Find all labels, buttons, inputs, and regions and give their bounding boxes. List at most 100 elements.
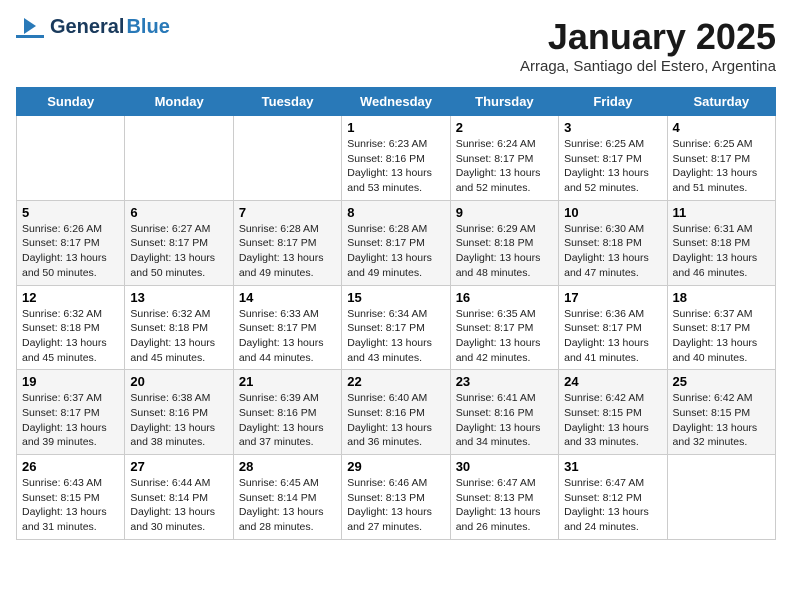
day-number: 13 [130,290,227,305]
day-detail: Sunrise: 6:42 AMSunset: 8:15 PMDaylight:… [564,391,661,450]
calendar-cell: 6 Sunrise: 6:27 AMSunset: 8:17 PMDaylight… [125,200,233,285]
calendar-cell: 7 Sunrise: 6:28 AMSunset: 8:17 PMDaylight… [233,200,341,285]
weekday-header-row: SundayMondayTuesdayWednesdayThursdayFrid… [17,88,776,116]
day-detail: Sunrise: 6:31 AMSunset: 8:18 PMDaylight:… [673,222,770,281]
logo-general-text: General [50,16,124,39]
day-detail: Sunrise: 6:30 AMSunset: 8:18 PMDaylight:… [564,222,661,281]
day-number: 20 [130,374,227,389]
day-number: 3 [564,120,661,135]
calendar-cell: 22 Sunrise: 6:40 AMSunset: 8:16 PMDayligh… [342,370,450,455]
day-detail: Sunrise: 6:25 AMSunset: 8:17 PMDaylight:… [564,137,661,196]
day-number: 29 [347,459,444,474]
day-number: 16 [456,290,553,305]
weekday-header-wednesday: Wednesday [342,88,450,116]
day-detail: Sunrise: 6:32 AMSunset: 8:18 PMDaylight:… [130,307,227,366]
calendar-cell: 27Sunrise: 6:44 AMSunset: 8:14 PMDayligh… [125,455,233,540]
calendar-cell [125,116,233,201]
day-detail: Sunrise: 6:35 AMSunset: 8:17 PMDaylight:… [456,307,553,366]
day-number: 9 [456,205,553,220]
day-detail: Sunrise: 6:29 AMSunset: 8:18 PMDaylight:… [456,222,553,281]
day-number: 5 [22,205,119,220]
day-detail: Sunrise: 6:40 AMSunset: 8:16 PMDaylight:… [347,391,444,450]
day-detail: Sunrise: 6:45 AMSunset: 8:14 PMDaylight:… [239,476,336,535]
calendar-cell: 16 Sunrise: 6:35 AMSunset: 8:17 PMDayligh… [450,285,558,370]
day-detail: Sunrise: 6:47 AMSunset: 8:12 PMDaylight:… [564,476,661,535]
logo-icon [16,18,44,38]
day-number: 4 [673,120,770,135]
calendar-cell [17,116,125,201]
logo-blue-text: Blue [126,16,169,39]
day-number: 25 [673,374,770,389]
day-detail: Sunrise: 6:28 AMSunset: 8:17 PMDaylight:… [239,222,336,281]
day-number: 15 [347,290,444,305]
day-detail: Sunrise: 6:33 AMSunset: 8:17 PMDaylight:… [239,307,336,366]
calendar-cell: 12Sunrise: 6:32 AMSunset: 8:18 PMDayligh… [17,285,125,370]
day-number: 10 [564,205,661,220]
day-number: 6 [130,205,227,220]
day-detail: Sunrise: 6:44 AMSunset: 8:14 PMDaylight:… [130,476,227,535]
weekday-header-saturday: Saturday [667,88,775,116]
day-detail: Sunrise: 6:47 AMSunset: 8:13 PMDaylight:… [456,476,553,535]
day-number: 11 [673,205,770,220]
day-number: 24 [564,374,661,389]
calendar-week-row: 12 Sunrise: 6:32 AMSunset: 8:18 PMDayligh… [17,285,776,370]
day-number: 1 [347,120,444,135]
logo: GeneralBlue [16,16,170,39]
calendar-cell: 1 Sunrise: 6:23 AMSunset: 8:16 PMDaylight… [342,116,450,201]
day-number: 18 [673,290,770,305]
calendar-cell [233,116,341,201]
day-detail: Sunrise: 6:37 AMSunset: 8:17 PMDaylight:… [673,307,770,366]
day-number: 23 [456,374,553,389]
day-detail: Sunrise: 6:23 AMSunset: 8:16 PMDaylight:… [347,137,444,196]
calendar-cell: 15 Sunrise: 6:34 AMSunset: 8:17 PMDayligh… [342,285,450,370]
calendar-cell: 31 Sunrise: 6:47 AMSunset: 8:12 PMDayligh… [559,455,667,540]
calendar-cell: 2 Sunrise: 6:24 AMSunset: 8:17 PMDaylight… [450,116,558,201]
weekday-header-sunday: Sunday [17,88,125,116]
day-detail: Sunrise: 6:28 AMSunset: 8:17 PMDaylight:… [347,222,444,281]
day-number: 7 [239,205,336,220]
weekday-header-friday: Friday [559,88,667,116]
day-number: 8 [347,205,444,220]
calendar-cell: 29Sunrise: 6:46 AMSunset: 8:13 PMDayligh… [342,455,450,540]
day-detail: Sunrise: 6:42 AMSunset: 8:15 PMDaylight:… [673,391,770,450]
page-title: January 2025 [520,16,776,58]
page-subtitle: Arraga, Santiago del Estero, Argentina [520,58,776,75]
day-detail: Sunrise: 6:26 AMSunset: 8:17 PMDaylight:… [22,222,119,281]
calendar-cell: 28 Sunrise: 6:45 AMSunset: 8:14 PMDayligh… [233,455,341,540]
day-detail: Sunrise: 6:25 AMSunset: 8:17 PMDaylight:… [673,137,770,196]
calendar-cell: 4 Sunrise: 6:25 AMSunset: 8:17 PMDaylight… [667,116,775,201]
calendar-cell: 11 Sunrise: 6:31 AMSunset: 8:18 PMDayligh… [667,200,775,285]
calendar-week-row: 1 Sunrise: 6:23 AMSunset: 8:16 PMDaylight… [17,116,776,201]
calendar-cell [667,455,775,540]
day-number: 21 [239,374,336,389]
calendar-cell: 5 Sunrise: 6:26 AMSunset: 8:17 PMDaylight… [17,200,125,285]
day-number: 2 [456,120,553,135]
calendar-cell: 25 Sunrise: 6:42 AMSunset: 8:15 PMDayligh… [667,370,775,455]
title-block: January 2025 Arraga, Santiago del Estero… [520,16,776,75]
calendar-cell: 23Sunrise: 6:41 AMSunset: 8:16 PMDayligh… [450,370,558,455]
day-detail: Sunrise: 6:34 AMSunset: 8:17 PMDaylight:… [347,307,444,366]
day-detail: Sunrise: 6:38 AMSunset: 8:16 PMDaylight:… [130,391,227,450]
calendar-cell: 21 Sunrise: 6:39 AMSunset: 8:16 PMDayligh… [233,370,341,455]
weekday-header-monday: Monday [125,88,233,116]
calendar-table: SundayMondayTuesdayWednesdayThursdayFrid… [16,87,776,540]
calendar-cell: 9 Sunrise: 6:29 AMSunset: 8:18 PMDaylight… [450,200,558,285]
calendar-cell: 24 Sunrise: 6:42 AMSunset: 8:15 PMDayligh… [559,370,667,455]
weekday-header-thursday: Thursday [450,88,558,116]
day-detail: Sunrise: 6:43 AMSunset: 8:15 PMDaylight:… [22,476,119,535]
day-detail: Sunrise: 6:27 AMSunset: 8:17 PMDaylight:… [130,222,227,281]
day-number: 12 [22,290,119,305]
day-number: 22 [347,374,444,389]
day-number: 17 [564,290,661,305]
day-number: 28 [239,459,336,474]
day-detail: Sunrise: 6:39 AMSunset: 8:16 PMDaylight:… [239,391,336,450]
calendar-cell: 18 Sunrise: 6:37 AMSunset: 8:17 PMDayligh… [667,285,775,370]
day-detail: Sunrise: 6:37 AMSunset: 8:17 PMDaylight:… [22,391,119,450]
calendar-cell: 10 Sunrise: 6:30 AMSunset: 8:18 PMDayligh… [559,200,667,285]
calendar-cell: 26 Sunrise: 6:43 AMSunset: 8:15 PMDayligh… [17,455,125,540]
day-number: 19 [22,374,119,389]
day-number: 26 [22,459,119,474]
calendar-cell: 3 Sunrise: 6:25 AMSunset: 8:17 PMDaylight… [559,116,667,201]
day-number: 31 [564,459,661,474]
day-detail: Sunrise: 6:24 AMSunset: 8:17 PMDaylight:… [456,137,553,196]
